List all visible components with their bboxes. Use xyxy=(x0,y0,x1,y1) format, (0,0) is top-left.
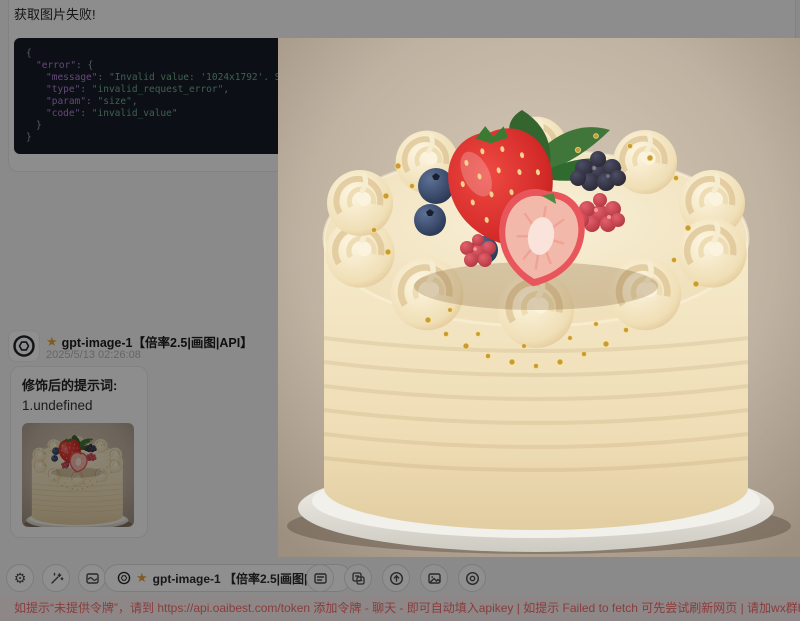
lightbox-cake-image[interactable] xyxy=(278,38,800,557)
